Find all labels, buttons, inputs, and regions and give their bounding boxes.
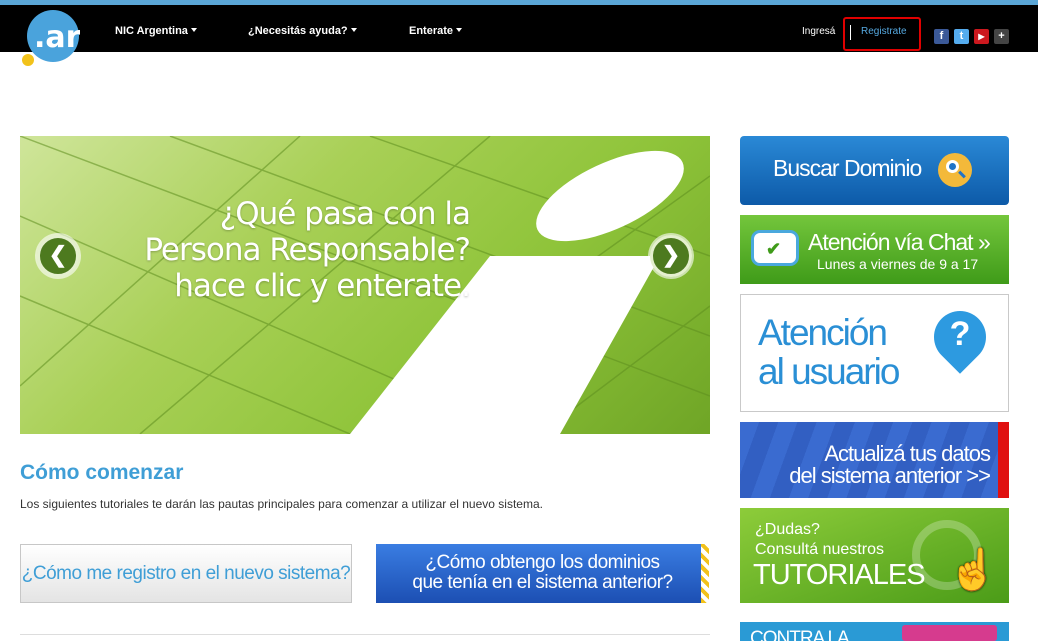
update-data-banner[interactable]: Actualizá tus datos del sistema anterior… <box>740 422 1009 498</box>
button-line-2: que tenía en el sistema anterior? <box>412 572 673 593</box>
red-accent-bar <box>998 422 1009 498</box>
section-description: Los siguientes tutoriales te darán las p… <box>20 497 543 511</box>
twitter-icon[interactable]: t <box>954 29 969 44</box>
login-link[interactable]: Ingresá <box>802 26 835 37</box>
chevron-left-icon: ❮ <box>37 235 79 277</box>
update-data-text: Actualizá tus datos del sistema anterior… <box>740 441 991 488</box>
chevron-right-icon: ❯ <box>650 235 692 277</box>
chat-hours: Lunes a viernes de 9 a 17 <box>817 256 979 272</box>
tutorial-domains-button[interactable]: ¿Cómo obtengo los dominios que tenía en … <box>376 544 709 603</box>
contra-text: CONTRA LA <box>750 628 850 641</box>
hero-carousel[interactable]: ¿Qué pasa con la Persona Responsable? ha… <box>20 136 710 434</box>
caret-down-icon <box>190 28 197 32</box>
user-support-text: Atención al usuario <box>758 312 900 392</box>
search-icon <box>938 153 972 187</box>
user-support-banner[interactable]: Atención al usuario ? <box>740 294 1009 412</box>
hero-headline: ¿Qué pasa con la Persona Responsable? ha… <box>20 196 471 304</box>
logo-text: .ar <box>34 20 80 55</box>
pointing-hand-icon: ☝ <box>948 548 998 592</box>
divider <box>20 634 710 635</box>
top-navbar: NIC Argentina ¿Necesitás ayuda? Enterate… <box>0 5 1038 52</box>
magnifier-handle <box>958 170 966 179</box>
carousel-prev-button[interactable]: ❮ <box>37 235 79 277</box>
user-support-line-1: Atención <box>758 312 888 353</box>
search-domain-banner[interactable]: Buscar Dominio <box>740 136 1009 205</box>
caret-down-icon <box>350 28 357 32</box>
hero-line-1: ¿Qué pasa con la <box>219 196 471 232</box>
hero-line-3: hace clic y enterate. <box>174 268 471 304</box>
nav-nic-argentina[interactable]: NIC Argentina <box>115 25 197 37</box>
tutorials-line-2: Consultá nuestros <box>755 541 884 558</box>
user-support-line-2: al usuario <box>758 351 900 392</box>
register-link[interactable]: Registrate <box>861 26 907 37</box>
chat-title: Atención vía Chat » <box>808 229 991 255</box>
nav-enterate[interactable]: Enterate <box>409 25 463 37</box>
nav-necesitas-ayuda[interactable]: ¿Necesitás ayuda? <box>248 25 357 37</box>
google-plus-icon[interactable]: + <box>994 29 1009 44</box>
tutorials-banner[interactable]: ¿Dudas? Consultá nuestros TUTORIALES ☝ <box>740 508 1009 603</box>
decorative-stripe <box>701 544 709 603</box>
contra-banner[interactable]: CONTRA LA <box>740 622 1009 641</box>
caret-down-icon <box>456 28 463 32</box>
question-mark-icon: ? <box>949 315 971 353</box>
check-icon: ✔ <box>766 239 782 259</box>
youtube-icon[interactable]: ▶ <box>974 29 989 44</box>
update-line-2: del sistema anterior >> <box>789 463 991 488</box>
magnifier-lens <box>946 160 959 173</box>
chat-support-banner[interactable]: ✔ Atención vía Chat » Lunes a viernes de… <box>740 215 1009 284</box>
button-line-1: ¿Cómo obtengo los dominios <box>425 552 660 573</box>
tutorials-title: TUTORIALES <box>753 559 926 591</box>
nic-ar-logo[interactable]: .ar <box>20 10 80 68</box>
update-line-1: Actualizá tus datos <box>824 441 991 466</box>
carousel-next-button[interactable]: ❯ <box>650 235 692 277</box>
tutorials-line-1: ¿Dudas? <box>755 521 820 538</box>
chat-bubble-icon: ✔ <box>751 230 799 266</box>
tutorial-register-button[interactable]: ¿Cómo me registro en el nuevo sistema? <box>20 544 352 603</box>
contra-pink-graphic <box>902 625 997 641</box>
facebook-icon[interactable]: f <box>934 29 949 44</box>
search-domain-label: Buscar Dominio <box>773 155 922 181</box>
hero-line-2: Persona Responsable? <box>144 232 471 268</box>
section-title: Cómo comenzar <box>20 461 184 484</box>
